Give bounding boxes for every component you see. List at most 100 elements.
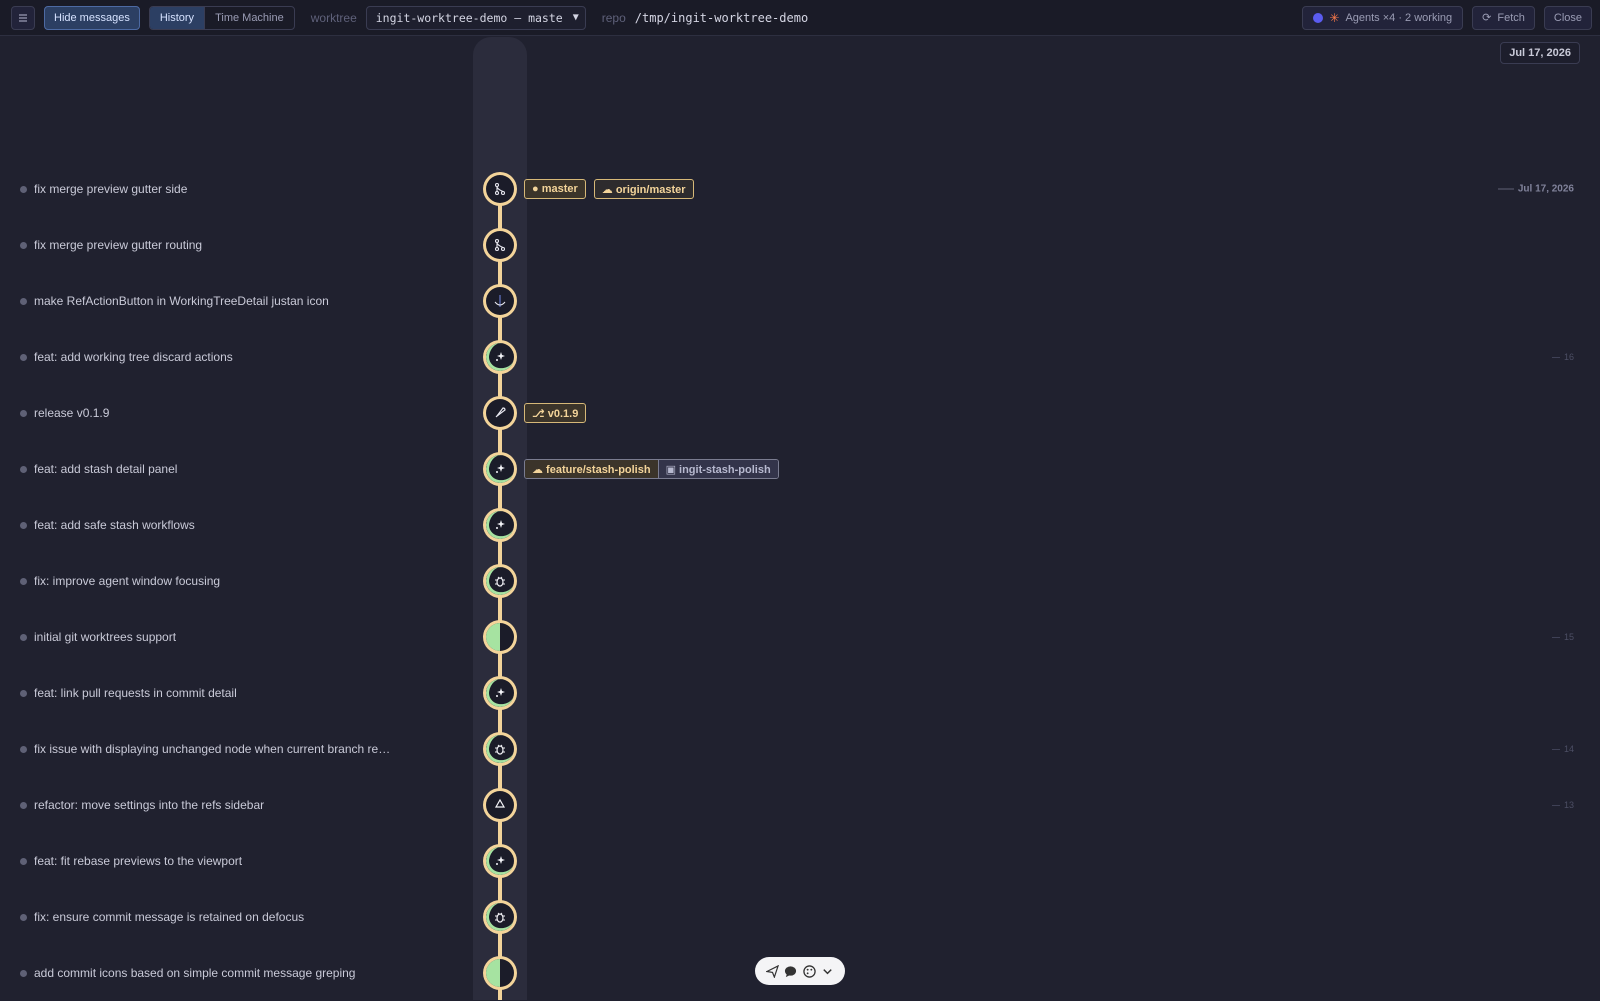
menu-icon[interactable] (11, 5, 35, 30)
merge-icon (486, 231, 514, 259)
commit-node[interactable] (483, 508, 517, 542)
fetch-button[interactable]: ⟳ Fetch (1472, 5, 1535, 30)
commit-message[interactable]: fix: ensure commit message is retained o… (20, 910, 400, 924)
commit-message-text: fix issue with displaying unchanged node… (34, 742, 391, 756)
commit-message-text: make RefActionButton in WorkingTreeDetai… (34, 294, 329, 308)
commit-node[interactable] (483, 732, 517, 766)
commit-message[interactable]: feat: add working tree discard actions (20, 350, 400, 364)
date-chip: Jul 17, 2026 (1500, 42, 1580, 64)
chevron-down-icon[interactable] (821, 965, 834, 978)
commit-row[interactable]: feat: fit rebase previews to the viewpor… (0, 833, 1600, 889)
bullet-icon (20, 913, 27, 921)
ref-labels: ☁ feature/stash-polish ▣ ingit-stash-poli… (524, 459, 779, 479)
commit-node[interactable] (483, 900, 517, 934)
commit-message-text: fix merge preview gutter side (34, 182, 188, 196)
commit-message[interactable]: fix merge preview gutter routing (20, 238, 400, 252)
sparkle-icon (486, 847, 514, 875)
commit-message[interactable]: feat: add stash detail panel (20, 462, 400, 476)
palette-icon[interactable] (803, 964, 816, 978)
commit-message-text: feat: add working tree discard actions (34, 350, 233, 364)
commit-node[interactable] (483, 228, 517, 262)
commit-node[interactable] (483, 956, 517, 990)
commit-row[interactable]: release v0.1.9 ⎇ v0.1.9 (0, 385, 1600, 441)
commit-message-text: feat: fit rebase previews to the viewpor… (34, 854, 243, 868)
commit-node[interactable] (483, 620, 517, 654)
bug-icon (486, 735, 514, 763)
commit-message-text: initial git worktrees support (34, 630, 177, 644)
commit-node[interactable] (483, 788, 517, 822)
commit-message[interactable]: add commit icons based on simple commit … (20, 966, 400, 980)
commit-message[interactable]: refactor: move settings into the refs si… (20, 798, 400, 812)
commit-message-text: fix: ensure commit message is retained o… (34, 910, 305, 924)
top-toolbar: Hide messages History Time Machine workt… (0, 0, 1600, 36)
bullet-icon (20, 297, 27, 305)
recycle-icon (486, 791, 514, 819)
commit-row[interactable]: feat: link pull requests in commit detai… (0, 665, 1600, 721)
commit-node[interactable] (483, 452, 517, 486)
tab-history[interactable]: History (149, 6, 205, 29)
branch-ref-feature[interactable]: ☁ feature/stash-polish (525, 460, 658, 478)
commit-row[interactable]: fix issue with displaying unchanged node… (0, 721, 1600, 777)
branch-ref-origin-master[interactable]: ☁ origin/master (593, 179, 694, 199)
commit-message[interactable]: feat: link pull requests in commit detai… (20, 686, 400, 700)
commit-message-text: feat: add safe stash workflows (34, 518, 195, 532)
bug-icon (486, 903, 514, 931)
worktree-ref[interactable]: ▣ ingit-stash-polish (657, 460, 778, 478)
commit-node[interactable] (483, 676, 517, 710)
tab-time-machine[interactable]: Time Machine (204, 6, 294, 29)
bug-icon (486, 567, 514, 595)
close-button[interactable]: Close (1543, 5, 1592, 30)
commit-node[interactable] (483, 284, 517, 318)
refresh-icon: ⟳ (1482, 12, 1492, 24)
send-icon[interactable] (765, 964, 779, 978)
agent-avatar-icon (1313, 12, 1324, 23)
commit-row[interactable]: feat: add stash detail panel ☁ feature/st… (0, 441, 1600, 497)
branch-ref-master[interactable]: ● master (524, 179, 586, 199)
commit-row[interactable]: initial git worktrees support 15 (0, 609, 1600, 665)
repo-label: repo (601, 10, 626, 25)
sparkle-icon (486, 343, 514, 371)
commit-row[interactable]: fix: ensure commit message is retained o… (0, 889, 1600, 945)
worktree-select[interactable]: ingit-worktree-demo — maste ▼ (365, 5, 586, 30)
commit-message[interactable]: fix issue with displaying unchanged node… (20, 742, 400, 756)
sparkle-icon (486, 511, 514, 539)
commit-message[interactable]: release v0.1.9 (20, 406, 400, 420)
commit-message-text: refactor: move settings into the refs si… (34, 798, 265, 812)
commit-node[interactable] (483, 396, 517, 430)
commit-row[interactable]: feat: add working tree discard actions 16 (0, 329, 1600, 385)
chevron-down-icon: ▼ (572, 12, 579, 23)
commit-row[interactable]: feat: add safe stash workflows (0, 497, 1600, 553)
commit-node[interactable] (483, 172, 517, 206)
view-tabs: History Time Machine (148, 5, 295, 30)
commit-row[interactable]: fix: improve agent window focusing (0, 553, 1600, 609)
commit-message[interactable]: initial git worktrees support (20, 630, 400, 644)
commit-message[interactable]: fix: improve agent window focusing (20, 574, 400, 588)
commit-message[interactable]: make RefActionButton in WorkingTreeDetai… (20, 294, 400, 308)
commit-node[interactable] (483, 564, 517, 598)
commit-row[interactable]: fix merge preview gutter side ● master ☁ o… (0, 161, 1600, 217)
merge-icon (486, 175, 514, 203)
rocket-icon (486, 399, 514, 427)
agents-button[interactable]: ✳ Agents ×4 · 2 working (1302, 5, 1464, 30)
commit-message[interactable]: fix merge preview gutter side (20, 182, 400, 196)
commit-row[interactable]: fix merge preview gutter routing (0, 217, 1600, 273)
bullet-icon (20, 801, 27, 809)
hide-messages-button[interactable]: Hide messages (44, 5, 140, 30)
commit-node[interactable] (483, 844, 517, 878)
bullet-icon (20, 633, 27, 641)
commit-message[interactable]: feat: fit rebase previews to the viewpor… (20, 854, 400, 868)
bullet-icon (20, 745, 27, 753)
commit-message[interactable]: feat: add safe stash workflows (20, 518, 400, 532)
tag-ref[interactable]: ⎇ v0.1.9 (524, 403, 587, 423)
repo-path: /tmp/ingit-worktree-demo (634, 10, 809, 25)
commit-row[interactable]: refactor: move settings into the refs si… (0, 777, 1600, 833)
commit-node[interactable] (483, 340, 517, 374)
worktree-value: ingit-worktree-demo — maste (375, 10, 563, 25)
day-label: 14 (1551, 744, 1574, 754)
branch-ref-group[interactable]: ☁ feature/stash-polish ▣ ingit-stash-poli… (524, 459, 779, 479)
fetch-label: Fetch (1497, 11, 1525, 24)
sparkle-icon (486, 679, 514, 707)
commit-row[interactable]: make RefActionButton in WorkingTreeDetai… (0, 273, 1600, 329)
worktree-label: worktree (310, 10, 357, 25)
comment-icon[interactable] (784, 965, 797, 978)
